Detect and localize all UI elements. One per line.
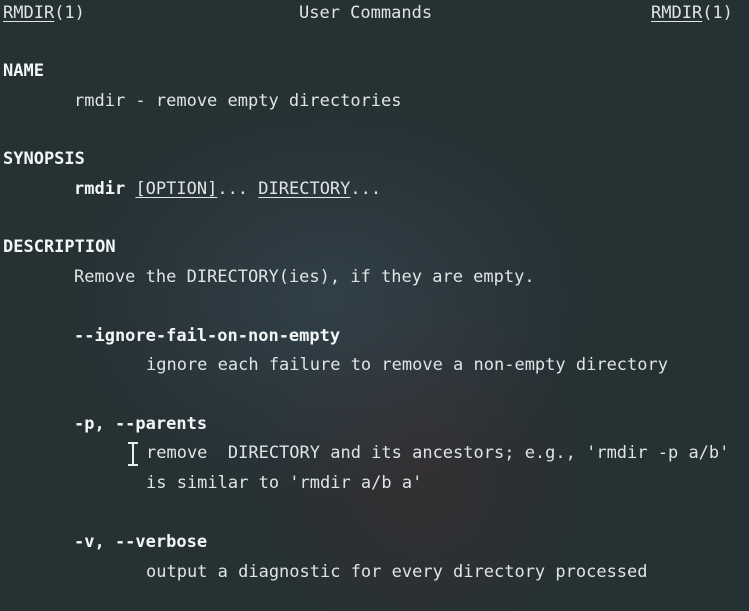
description-intro: Remove the DIRECTORY(ies), if they are e…: [74, 267, 535, 287]
text-cursor-ibeam-icon: [126, 441, 140, 469]
name-heading: NAME: [3, 61, 44, 81]
man-header-left: RMDIR(1): [3, 2, 85, 24]
option-flag-ignore-fail: --ignore-fail-on-non-empty: [74, 326, 341, 346]
name-text: rmdir - remove empty directories: [74, 91, 402, 111]
header-section-number: (1): [54, 3, 85, 23]
description-heading: DESCRIPTION: [3, 237, 116, 257]
synopsis-line: rmdir [OPTION]... DIRECTORY...: [74, 178, 381, 200]
man-header-right: RMDIR(1): [651, 2, 733, 24]
terminal-window[interactable]: RMDIR(1) User Commands RMDIR(1) NAME rmd…: [0, 0, 749, 611]
synopsis-ellipsis-2: ...: [350, 179, 382, 199]
man-header-title: User Commands: [299, 3, 433, 23]
option-flag-verbose: -v, --verbose: [74, 532, 208, 552]
synopsis-command: rmdir: [74, 179, 126, 199]
option-desc-ignore-fail: ignore each failure to remove a non-empt…: [146, 355, 668, 375]
option-desc-parents-line2: is similar to 'rmdir a/b a': [146, 473, 423, 493]
synopsis-space: [125, 179, 135, 199]
option-desc-parents-line1: remove DIRECTORY and its ancestors; e.g.…: [146, 443, 730, 463]
synopsis-ellipsis-1: ...: [217, 179, 259, 199]
synopsis-heading: SYNOPSIS: [3, 149, 85, 169]
option-flag-parents: -p, --parents: [74, 414, 208, 434]
header-command-name-right: RMDIR: [651, 3, 703, 23]
synopsis-directory: DIRECTORY: [258, 179, 351, 199]
header-section-number-right: (1): [702, 3, 733, 23]
synopsis-option: [OPTION]: [135, 179, 218, 199]
header-command-name: RMDIR: [3, 3, 55, 23]
option-desc-verbose: output a diagnostic for every directory …: [146, 562, 648, 582]
